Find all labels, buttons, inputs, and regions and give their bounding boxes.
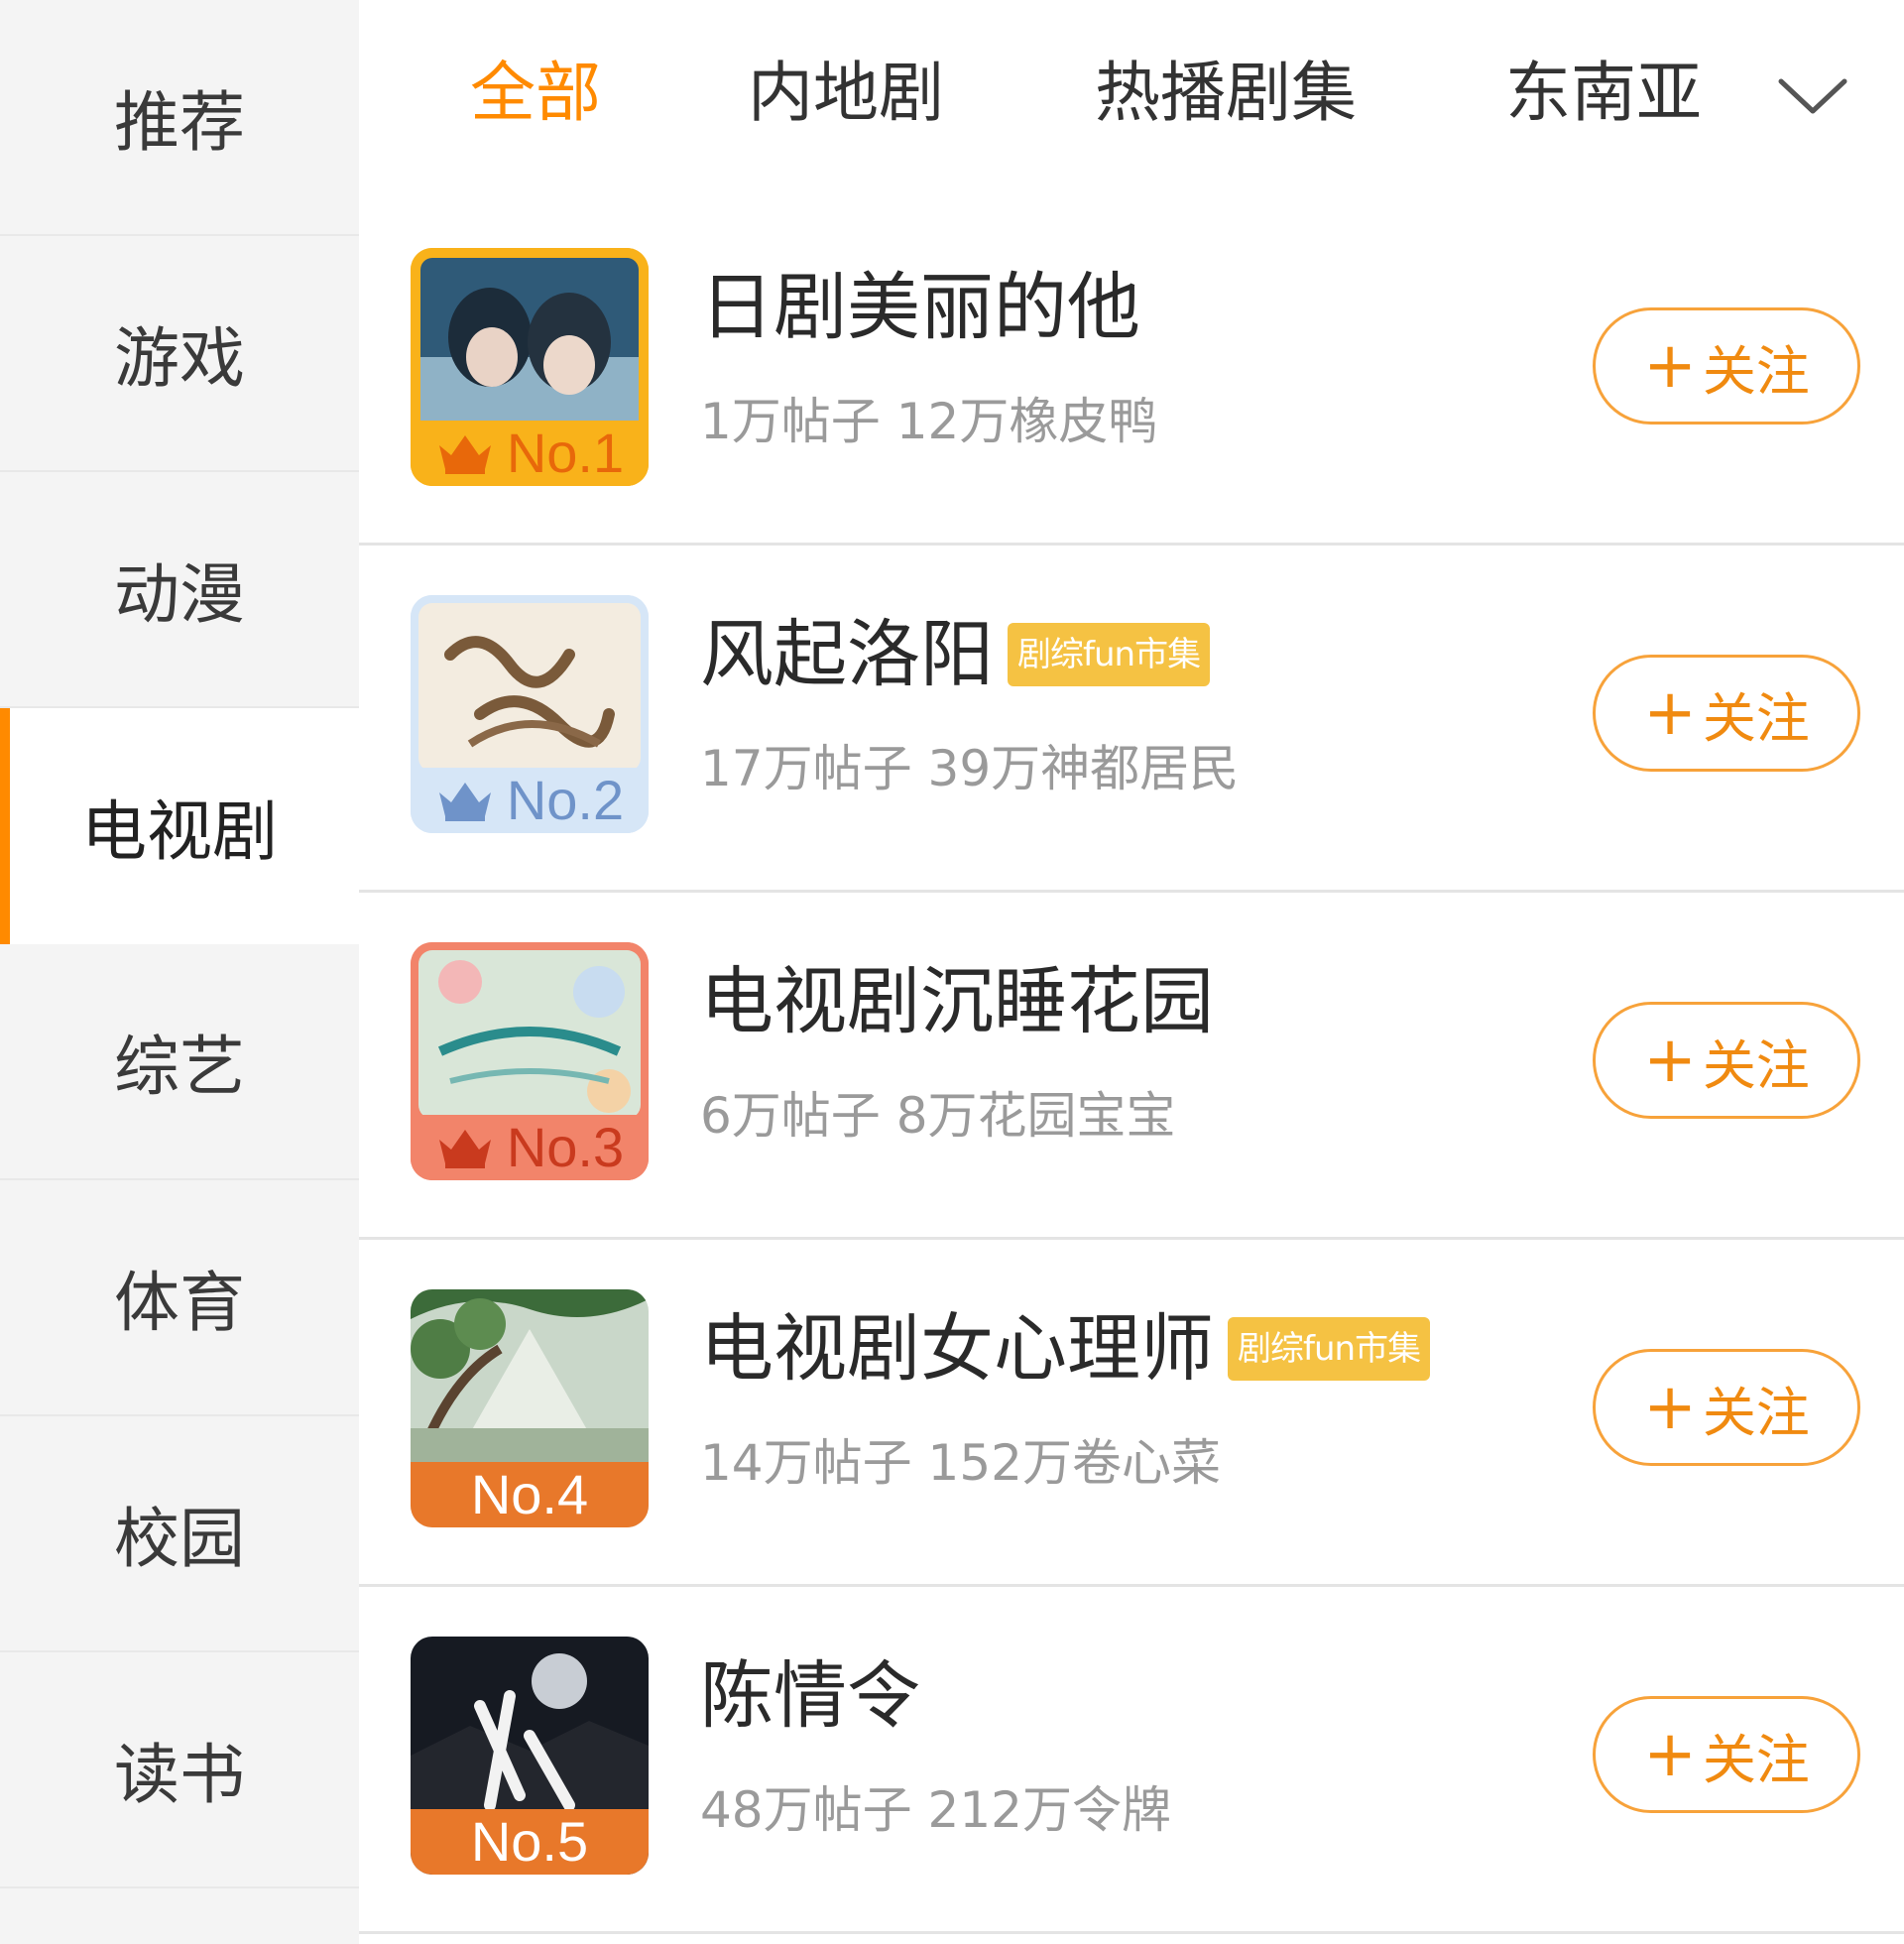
forum-thumbnail: No.3	[411, 942, 649, 1180]
forum-title: 陈情令	[700, 1646, 920, 1746]
crown-icon	[438, 1130, 491, 1168]
follow-label: 关注	[1702, 339, 1810, 403]
list-item[interactable]: No.5 陈情令 48万帖子 212万令牌 + 关注	[359, 1587, 1904, 1934]
follow-button[interactable]: + 关注	[1593, 307, 1860, 425]
forum-title-text: 电视剧女心理师	[700, 1306, 1214, 1392]
forum-stats: 6万帖子 8万花园宝宝	[700, 1087, 1176, 1145]
sidebar-item-variety[interactable]: 综艺	[0, 944, 359, 1180]
list-item[interactable]: No.3 电视剧沉睡花园 6万帖子 8万花园宝宝 + 关注	[359, 893, 1904, 1240]
follow-button[interactable]: + 关注	[1593, 1349, 1860, 1466]
sidebar-item-label: 推荐	[114, 84, 245, 161]
rank-label: No.1	[506, 422, 625, 484]
follow-label: 关注	[1702, 1728, 1810, 1791]
sidebar-item-label: 游戏	[114, 320, 245, 397]
forum-thumbnail: No.4	[411, 1289, 649, 1527]
plus-icon: +	[1643, 1024, 1697, 1097]
forum-thumbnail: No.1	[411, 248, 649, 486]
forum-thumbnail: No.5	[411, 1637, 649, 1875]
rank-label: No.2	[506, 769, 625, 831]
list-item[interactable]: No.2 风起洛阳 剧综fun市集 17万帖子 39万神都居民 + 关注	[359, 546, 1904, 893]
rank-badge: No.2	[411, 768, 649, 833]
crown-icon	[438, 783, 491, 821]
sidebar-item-label: 动漫	[114, 556, 245, 633]
sidebar-item-games[interactable]: 游戏	[0, 236, 359, 472]
forum-stats: 1万帖子 12万橡皮鸭	[700, 393, 1158, 450]
sidebar-item-label: 校园	[114, 1501, 245, 1577]
category-sidebar: 推荐 游戏 动漫 电视剧 综艺 体育 校园 读书	[0, 0, 359, 1944]
plus-icon: +	[1643, 676, 1697, 750]
tab-all[interactable]: 全部	[470, 54, 601, 133]
forum-title: 电视剧女心理师 剧综fun市集	[700, 1299, 1431, 1398]
rank-label: No.3	[506, 1116, 625, 1178]
rank-badge: No.1	[411, 421, 649, 486]
rank-badge: No.5	[411, 1809, 649, 1875]
filter-tabs: 全部 内地剧 热播剧集 东南亚	[359, 0, 1904, 198]
tab-hot-series[interactable]: 热播剧集	[1095, 54, 1357, 133]
forum-stats: 17万帖子 39万神都居民	[700, 740, 1240, 797]
sidebar-item-label: 体育	[114, 1265, 245, 1341]
follow-label: 关注	[1702, 1381, 1810, 1444]
forum-stats: 48万帖子 212万令牌	[700, 1781, 1171, 1839]
forum-title-text: 电视剧沉睡花园	[700, 959, 1214, 1044]
forum-title-text: 风起洛阳	[700, 612, 994, 697]
forum-title: 电视剧沉睡花园	[700, 952, 1214, 1051]
sidebar-item-campus[interactable]: 校园	[0, 1416, 359, 1652]
sidebar-item-label: 读书	[114, 1737, 245, 1813]
rank-label: No.5	[470, 1810, 589, 1873]
plus-icon: +	[1643, 329, 1697, 403]
event-tag: 剧综fun市集	[1008, 623, 1211, 686]
event-tag: 剧综fun市集	[1228, 1317, 1431, 1381]
tab-southeast-asia[interactable]: 东南亚	[1505, 54, 1702, 133]
sidebar-item-label: 电视剧	[81, 793, 278, 870]
forum-stats: 14万帖子 152万卷心菜	[700, 1434, 1221, 1492]
crown-icon	[438, 435, 491, 474]
sidebar-item-anime[interactable]: 动漫	[0, 472, 359, 708]
forum-title: 风起洛阳 剧综fun市集	[700, 605, 1211, 704]
forum-title: 日剧美丽的他	[700, 258, 1140, 357]
rank-label: No.4	[470, 1463, 589, 1525]
follow-button[interactable]: + 关注	[1593, 1002, 1860, 1119]
sidebar-item-label: 综艺	[114, 1029, 245, 1105]
list-item[interactable]: No.4 电视剧女心理师 剧综fun市集 14万帖子 152万卷心菜 + 关注	[359, 1240, 1904, 1587]
follow-label: 关注	[1702, 1033, 1810, 1097]
active-indicator	[0, 708, 10, 944]
follow-label: 关注	[1702, 686, 1810, 750]
sidebar-item-sports[interactable]: 体育	[0, 1180, 359, 1416]
forum-title-text: 日剧美丽的他	[700, 265, 1140, 350]
tab-mainland-drama[interactable]: 内地剧	[748, 54, 944, 133]
forum-title-text: 陈情令	[700, 1653, 920, 1739]
forum-thumbnail: No.2	[411, 595, 649, 833]
rank-badge: No.3	[411, 1115, 649, 1180]
rank-badge: No.4	[411, 1462, 649, 1527]
follow-button[interactable]: + 关注	[1593, 1696, 1860, 1813]
sidebar-item-tv-drama[interactable]: 电视剧	[0, 708, 359, 944]
sidebar-item-recommend[interactable]: 推荐	[0, 0, 359, 236]
chevron-down-icon[interactable]	[1775, 69, 1850, 121]
plus-icon: +	[1643, 1718, 1697, 1791]
list-item[interactable]: No.1 日剧美丽的他 1万帖子 12万橡皮鸭 + 关注	[359, 198, 1904, 546]
sidebar-item-reading[interactable]: 读书	[0, 1652, 359, 1888]
plus-icon: +	[1643, 1371, 1697, 1444]
follow-button[interactable]: + 关注	[1593, 655, 1860, 772]
